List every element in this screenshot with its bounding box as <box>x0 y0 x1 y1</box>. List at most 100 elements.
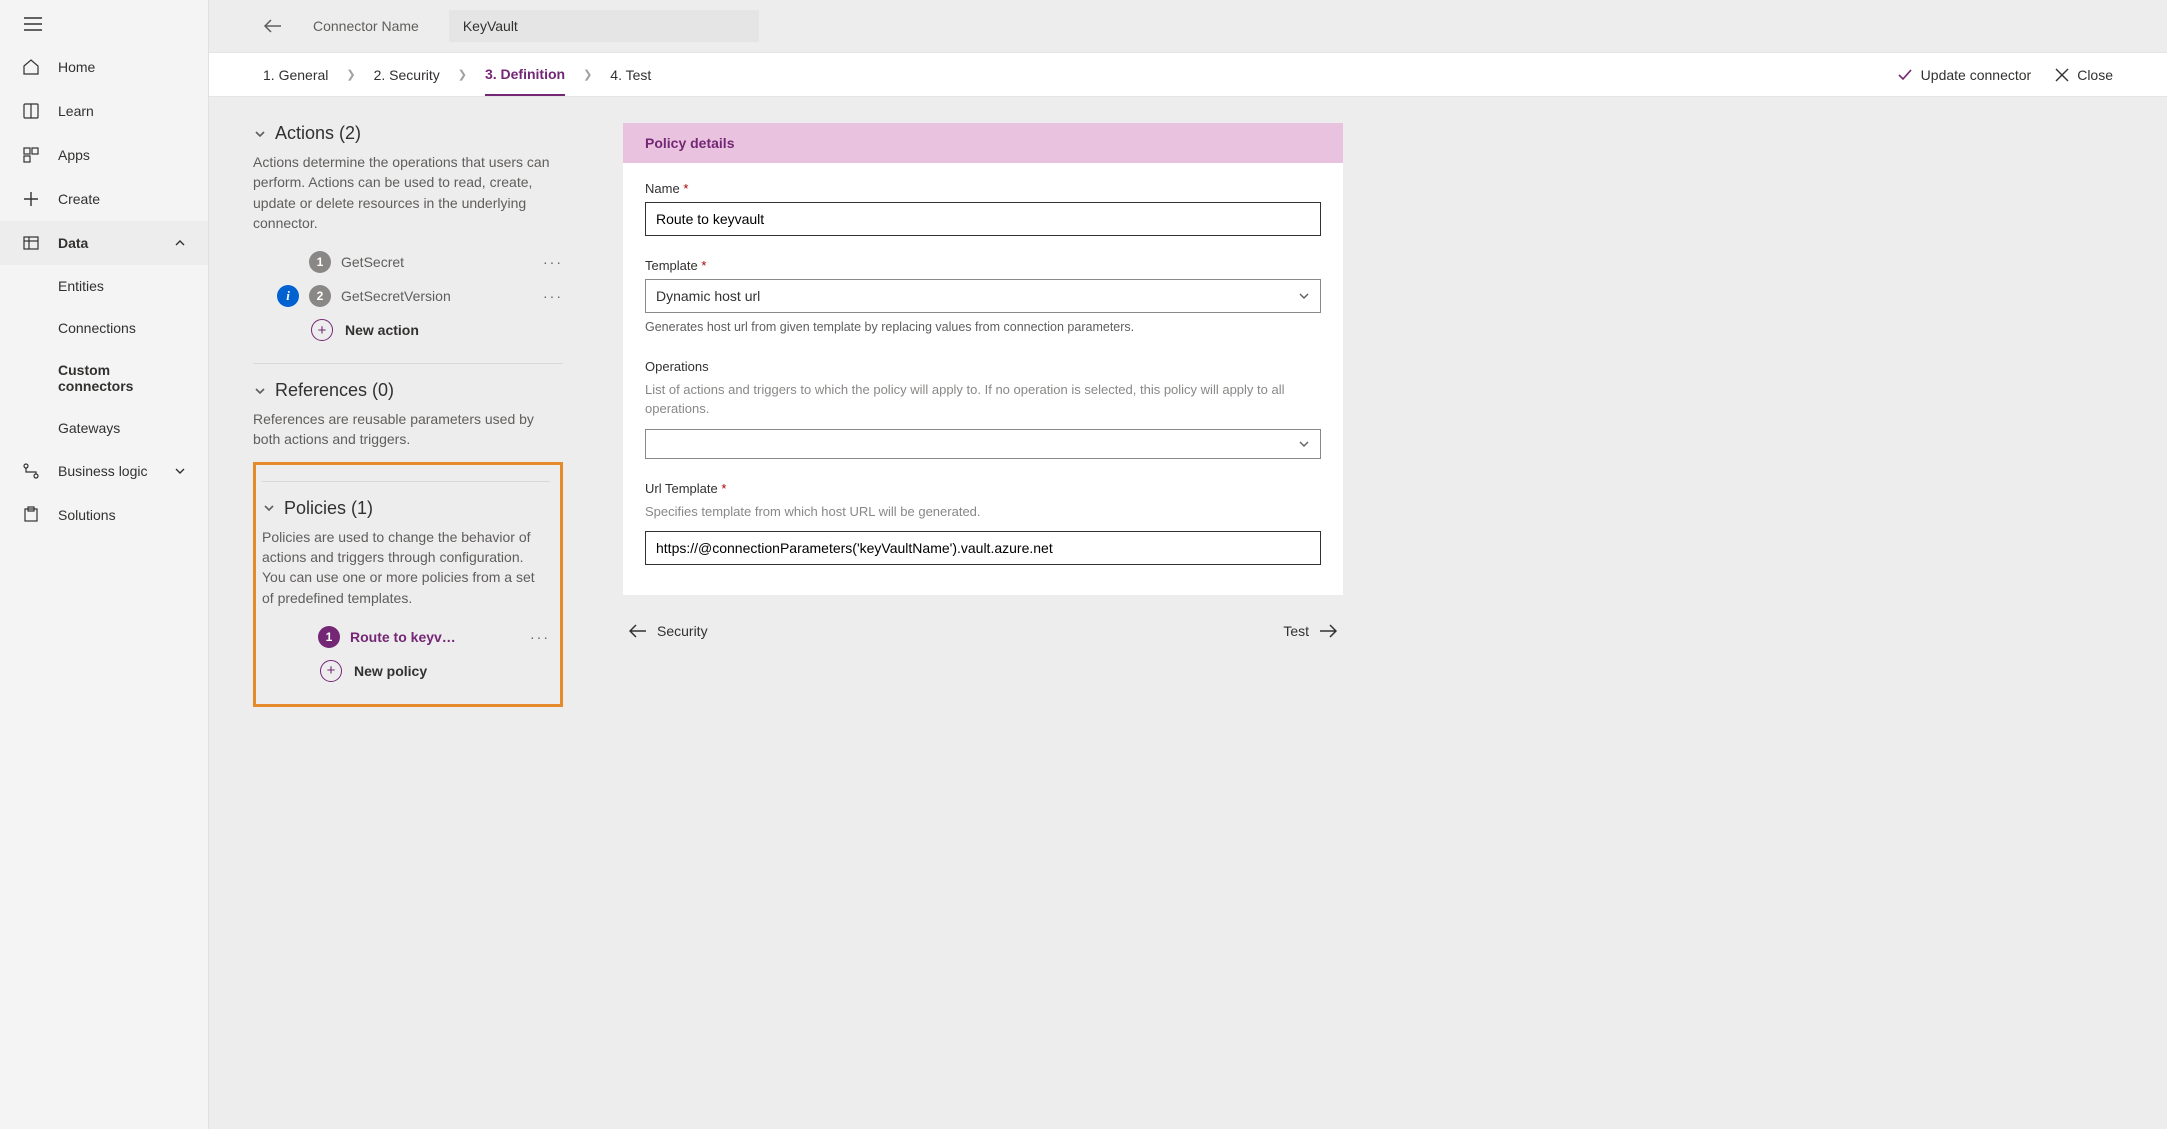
close-button[interactable]: Close <box>2055 67 2113 83</box>
nav-home[interactable]: Home <box>0 45 208 89</box>
nav-label: Apps <box>58 147 90 163</box>
sidebar-item-entities[interactable]: Entities <box>0 265 208 307</box>
chevron-right-icon: ❯ <box>458 68 467 81</box>
nav-business-logic[interactable]: Business logic <box>0 449 208 493</box>
prev-label: Security <box>657 623 708 639</box>
flow-icon <box>22 462 40 480</box>
action-label: GetSecretVersion <box>341 288 451 304</box>
connector-name-label: Connector Name <box>313 18 419 34</box>
checkmark-icon <box>1897 67 1913 83</box>
step-general[interactable]: 1. General <box>263 55 328 95</box>
new-action-button[interactable]: + New action <box>253 313 563 347</box>
breadcrumb: 1. General ❯ 2. Security ❯ 3. Definition… <box>263 54 1897 95</box>
more-icon[interactable]: ··· <box>543 288 563 304</box>
sidebar-item-gateways[interactable]: Gateways <box>0 407 208 449</box>
home-icon <box>22 58 40 76</box>
url-template-field-label: Url Template * <box>645 481 1321 496</box>
nav-apps[interactable]: Apps <box>0 133 208 177</box>
policy-details-panel: Policy details Name * Template * Dynamic… <box>623 123 1343 595</box>
arrow-left-icon <box>629 624 647 638</box>
next-step-link[interactable]: Test <box>1283 623 1337 639</box>
definition-side-panel: Actions (2) Actions determine the operat… <box>253 123 563 1103</box>
references-description: References are reusable parameters used … <box>253 409 563 450</box>
more-icon[interactable]: ··· <box>530 629 550 645</box>
nav-label: Learn <box>58 103 94 119</box>
update-connector-button[interactable]: Update connector <box>1897 67 2032 83</box>
nav-learn[interactable]: Learn <box>0 89 208 133</box>
prev-step-link[interactable]: Security <box>629 623 708 639</box>
arrow-right-icon <box>1319 624 1337 638</box>
back-button[interactable] <box>263 18 283 34</box>
apps-icon <box>22 146 40 164</box>
topbar: Connector Name <box>209 0 2167 52</box>
info-icon: i <box>277 285 299 307</box>
new-policy-label: New policy <box>354 663 427 679</box>
plus-circle-icon: + <box>311 319 333 341</box>
policies-section-header[interactable]: Policies (1) <box>262 498 550 519</box>
step-badge: 2 <box>309 285 331 307</box>
arrow-left-icon <box>263 18 283 34</box>
chevron-right-icon: ❯ <box>346 68 355 81</box>
references-title: References (0) <box>275 380 394 401</box>
divider <box>253 363 563 364</box>
template-hint: Generates host url from given template b… <box>645 319 1321 337</box>
solutions-icon <box>22 506 40 524</box>
nav-solutions[interactable]: Solutions <box>0 493 208 537</box>
policies-title: Policies (1) <box>284 498 373 519</box>
policies-highlight-box: Policies (1) Policies are used to change… <box>253 462 563 707</box>
more-icon[interactable]: ··· <box>543 254 563 270</box>
nav-label: Create <box>58 191 100 207</box>
actions-title: Actions (2) <box>275 123 361 144</box>
step-security[interactable]: 2. Security <box>374 55 440 95</box>
close-label: Close <box>2077 67 2113 83</box>
sidebar-item-connections[interactable]: Connections <box>0 307 208 349</box>
chevron-down-icon <box>262 501 276 515</box>
wizard-tabs: 1. General ❯ 2. Security ❯ 3. Definition… <box>209 52 2167 97</box>
close-icon <box>2055 68 2069 82</box>
operations-select[interactable] <box>645 429 1321 459</box>
template-field-label: Template * <box>645 258 1321 273</box>
url-template-description: Specifies template from which host URL w… <box>645 502 1321 522</box>
step-definition[interactable]: 3. Definition <box>485 54 565 96</box>
action-item[interactable]: i 2 GetSecretVersion ··· <box>253 279 563 313</box>
actions-section-header[interactable]: Actions (2) <box>253 123 563 144</box>
nav-label: Business logic <box>58 463 148 479</box>
nav-label: Data <box>58 235 88 251</box>
nav-create[interactable]: Create <box>0 177 208 221</box>
new-policy-button[interactable]: + New policy <box>262 654 550 688</box>
nav-data[interactable]: Data <box>0 221 208 265</box>
update-label: Update connector <box>1921 67 2032 83</box>
step-badge: 1 <box>318 626 340 648</box>
next-label: Test <box>1283 623 1309 639</box>
sidebar-item-custom-connectors[interactable]: Custom connectors <box>0 349 208 407</box>
chevron-down-icon <box>174 465 186 477</box>
new-action-label: New action <box>345 322 419 338</box>
chevron-down-icon <box>253 384 267 398</box>
book-icon <box>22 102 40 120</box>
chevron-down-icon <box>1298 438 1310 450</box>
panel-title: Policy details <box>623 123 1343 163</box>
operations-field-label: Operations <box>645 359 1321 374</box>
chevron-down-icon <box>253 127 267 141</box>
chevron-up-icon <box>174 237 186 249</box>
references-section-header[interactable]: References (0) <box>253 380 563 401</box>
template-value: Dynamic host url <box>656 288 760 304</box>
data-icon <box>22 234 40 252</box>
operations-description: List of actions and triggers to which th… <box>645 380 1321 419</box>
hamburger-menu[interactable] <box>0 8 208 45</box>
hamburger-icon <box>24 17 42 31</box>
url-template-input[interactable] <box>645 531 1321 565</box>
nav-label: Home <box>58 59 95 75</box>
action-item[interactable]: 1 GetSecret ··· <box>253 245 563 279</box>
divider <box>262 481 550 482</box>
policy-item[interactable]: 1 Route to keyv… ··· <box>262 620 550 654</box>
step-test[interactable]: 4. Test <box>610 55 651 95</box>
plus-circle-icon: + <box>320 660 342 682</box>
step-badge: 1 <box>309 251 331 273</box>
name-input[interactable] <box>645 202 1321 236</box>
chevron-right-icon: ❯ <box>583 68 592 81</box>
connector-name-input[interactable] <box>449 10 759 42</box>
template-select[interactable]: Dynamic host url <box>645 279 1321 313</box>
plus-icon <box>22 190 40 208</box>
policies-description: Policies are used to change the behavior… <box>262 527 550 608</box>
